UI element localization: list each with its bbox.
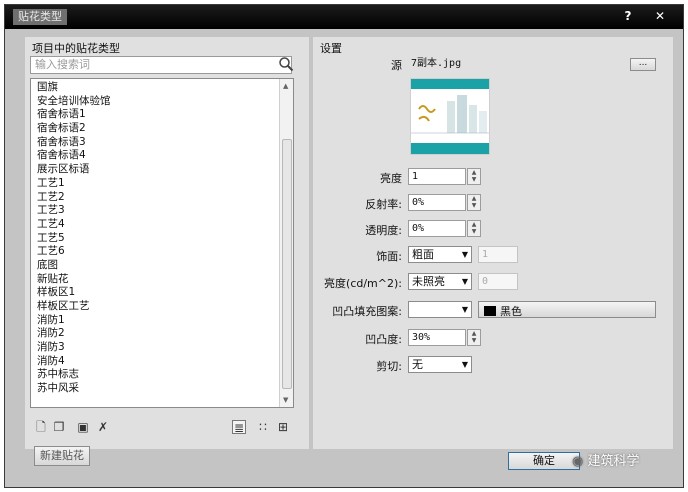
finish-label: 饰面: [376, 250, 402, 263]
list-view-icon[interactable]: ≣ [232, 420, 246, 435]
list-item[interactable]: 工艺2 [37, 191, 273, 205]
cutout-value: 无 [412, 358, 423, 371]
source-label: 源 [391, 59, 402, 72]
source-field: 7副本.jpg [411, 58, 462, 69]
list-item[interactable]: 苏中标志 [37, 368, 273, 382]
settings-panel [313, 37, 673, 449]
list-item[interactable]: 消防4 [37, 355, 273, 369]
duplicate-icon[interactable]: ❐ [52, 420, 66, 434]
list-item[interactable]: 苏中风采 [37, 382, 273, 396]
list-item[interactable]: 展示区标语 [37, 163, 273, 177]
list-item[interactable]: 国旗 [37, 81, 273, 95]
help-button[interactable]: ? [617, 7, 639, 25]
decal-types-section-label: 项目中的贴花类型 [32, 42, 120, 55]
list-item[interactable]: 新贴花 [37, 273, 273, 287]
list-item[interactable]: 消防1 [37, 314, 273, 328]
large-icons-view-icon[interactable]: ⊞ [276, 420, 290, 434]
scroll-up-icon[interactable]: ▲ [283, 82, 288, 90]
bump-degree-input[interactable]: 30% [408, 329, 466, 346]
cutout-select[interactable]: 无 ▼ [408, 356, 472, 373]
scroll-down-icon[interactable]: ▼ [283, 396, 288, 404]
dialog-title: 贴花类型 [13, 9, 67, 25]
bump-color-swatch [484, 306, 496, 316]
title-bar: 贴花类型 ? ✕ [5, 5, 683, 29]
luminance-label: 亮度(cd/m^2): [324, 277, 402, 290]
finish-value: 粗面 [412, 248, 434, 261]
chevron-down-icon: ▼ [461, 360, 468, 369]
finish-extra-input: 1 [478, 246, 518, 263]
brightness-stepper[interactable]: ▲ ▼ [467, 168, 481, 185]
bump-pattern-label: 凹凸填充图案: [332, 305, 402, 318]
scroll-thumb[interactable] [282, 139, 292, 389]
chevron-down-icon: ▼ [461, 250, 468, 259]
search-icon[interactable] [278, 56, 294, 72]
bump-pattern-select[interactable]: ▼ [408, 301, 472, 318]
cutout-label: 剪切: [376, 360, 402, 373]
list-item[interactable]: 样板区工艺 [37, 300, 273, 314]
decal-type-items: 国旗 安全培训体验馆 宿舍标语1 宿舍标语2 宿舍标语3 宿舍标语4 展示区标语 工艺1 工艺2… [37, 81, 273, 396]
luminance-extra-input: 0 [478, 273, 518, 290]
small-icons-view-icon[interactable]: ∷ [256, 420, 270, 434]
list-item[interactable]: 宿舍标语1 [37, 108, 273, 122]
chevron-down-icon: ▼ [461, 305, 468, 314]
list-item[interactable]: 消防3 [37, 341, 273, 355]
luminance-value: 未照亮 [412, 275, 445, 288]
luminance-select[interactable]: 未照亮 ▼ [408, 273, 472, 290]
list-scrollbar[interactable]: ▲ ▼ [279, 79, 293, 407]
chevron-down-icon: ▼ [461, 277, 468, 286]
list-item[interactable]: 安全培训体验馆 [37, 95, 273, 109]
list-item[interactable]: 底图 [37, 259, 273, 273]
transparency-label: 透明度: [365, 224, 402, 237]
list-item[interactable]: 工艺6 [37, 245, 273, 259]
reflectance-label: 反射率: [365, 198, 402, 211]
list-item[interactable]: 工艺4 [37, 218, 273, 232]
list-item[interactable]: 消防2 [37, 327, 273, 341]
watermark: ◉ 建筑科学 [572, 450, 672, 470]
transparency-stepper[interactable]: ▲ ▼ [467, 220, 481, 237]
decal-type-list[interactable]: 国旗 安全培训体验馆 宿舍标语1 宿舍标语2 宿舍标语3 宿舍标语4 展示区标语 工艺1 工艺2… [30, 78, 294, 408]
list-item[interactable]: 宿舍标语4 [37, 149, 273, 163]
list-item[interactable]: 宿舍标语2 [37, 122, 273, 136]
bump-color-label: 黑色 [500, 305, 522, 318]
rename-icon[interactable]: ▣ [76, 420, 90, 434]
reflectance-stepper[interactable]: ▲ ▼ [467, 194, 481, 211]
list-item[interactable]: 工艺3 [37, 204, 273, 218]
settings-section-label: 设置 [320, 42, 342, 55]
new-decal-button[interactable]: 新建贴花 [34, 446, 90, 466]
bump-degree-stepper[interactable]: ▲ ▼ [467, 329, 481, 346]
decal-preview-image [410, 78, 490, 155]
list-item[interactable]: 宿舍标语3 [37, 136, 273, 150]
browse-button[interactable]: ... [630, 58, 656, 71]
brightness-input[interactable]: 1 [408, 168, 466, 185]
wechat-icon: ◉ [572, 454, 584, 469]
list-item[interactable]: 样板区1 [37, 286, 273, 300]
delete-icon[interactable]: ✗ [96, 420, 110, 434]
list-item[interactable]: 工艺1 [37, 177, 273, 191]
close-button[interactable]: ✕ [649, 7, 671, 25]
bump-degree-label: 凹凸度: [365, 333, 402, 346]
finish-select[interactable]: 粗面 ▼ [408, 246, 472, 263]
ok-button[interactable]: 确定 [508, 452, 580, 470]
list-item[interactable]: 工艺5 [37, 232, 273, 246]
search-input[interactable]: 输入搜索词 [30, 56, 292, 74]
watermark-text: 建筑科学 [587, 454, 640, 469]
new-decal-icon[interactable]: 🗋 [34, 420, 48, 434]
reflectance-input[interactable]: 0% [408, 194, 466, 211]
brightness-label: 亮度 [380, 172, 402, 185]
transparency-input[interactable]: 0% [408, 220, 466, 237]
